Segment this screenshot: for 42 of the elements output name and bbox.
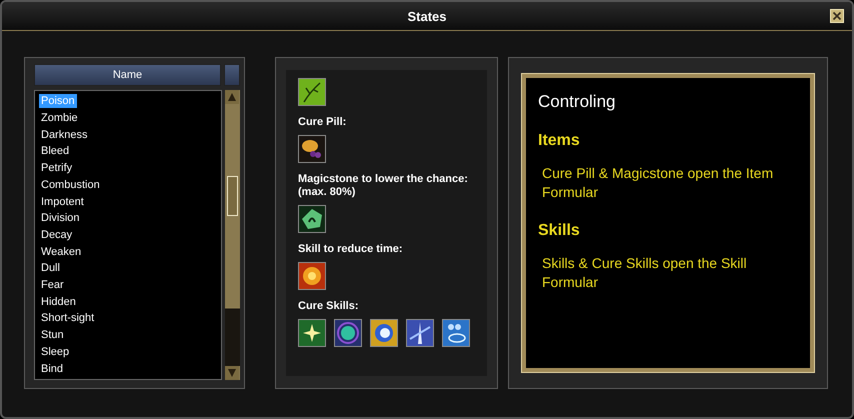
window-title: States — [407, 8, 447, 24]
scroll-up-icon[interactable] — [225, 90, 239, 104]
beam-icon[interactable] — [406, 319, 434, 347]
section-label: Skill to reduce time: — [298, 243, 404, 256]
list-item[interactable]: Zombie — [39, 111, 80, 126]
list-item[interactable]: Bleed — [39, 144, 72, 158]
ripple-icon[interactable] — [442, 319, 470, 347]
pill-icon[interactable] — [298, 135, 326, 163]
list-item[interactable]: Decay — [39, 228, 74, 242]
list-item[interactable]: Fear — [39, 278, 66, 292]
list-item[interactable]: Petrify — [39, 161, 74, 176]
gem-icon[interactable] — [298, 205, 326, 233]
list-item[interactable]: Short-sight — [39, 311, 96, 326]
list-item[interactable]: Stun — [39, 328, 66, 342]
ring-icon[interactable] — [370, 319, 398, 347]
info-text: Skills & Cure Skills open the Skill Formular — [541, 254, 748, 292]
info-text: Cure Pill & Magicstone open the Item Formular — [541, 164, 774, 202]
list-item[interactable]: Darkness — [39, 128, 90, 142]
scroll-thumb[interactable] — [227, 176, 238, 216]
list-item[interactable]: Hidden — [39, 294, 78, 309]
section-label: Cure Skills: — [298, 300, 360, 313]
info-heading: Skills — [538, 222, 581, 240]
column-header[interactable]: Name — [34, 64, 221, 86]
fire-icon[interactable] — [298, 262, 326, 290]
info-title: Controling — [538, 92, 616, 112]
list-item[interactable]: Bind — [39, 362, 66, 376]
close-icon[interactable] — [830, 9, 844, 23]
scrollbar[interactable] — [225, 90, 240, 380]
list-item[interactable]: Impotent — [39, 194, 86, 209]
scroll-down-icon[interactable] — [225, 366, 239, 380]
list-item[interactable]: Sleep — [39, 344, 72, 359]
list-item[interactable]: Weaken — [39, 244, 84, 259]
orb-icon[interactable] — [334, 319, 362, 347]
column-header-end — [224, 64, 240, 86]
list-item[interactable]: Combustion — [39, 178, 102, 192]
list-item[interactable]: Division — [39, 211, 82, 226]
leaf-icon[interactable] — [298, 78, 326, 106]
info-heading: Items — [538, 132, 581, 150]
list-item[interactable]: Dull — [39, 261, 62, 276]
sparkle-icon[interactable] — [298, 319, 326, 347]
section-label: Cure Pill: — [298, 116, 348, 129]
section-label: Magicstone to lower the chance: (max. 80%) — [298, 173, 469, 199]
